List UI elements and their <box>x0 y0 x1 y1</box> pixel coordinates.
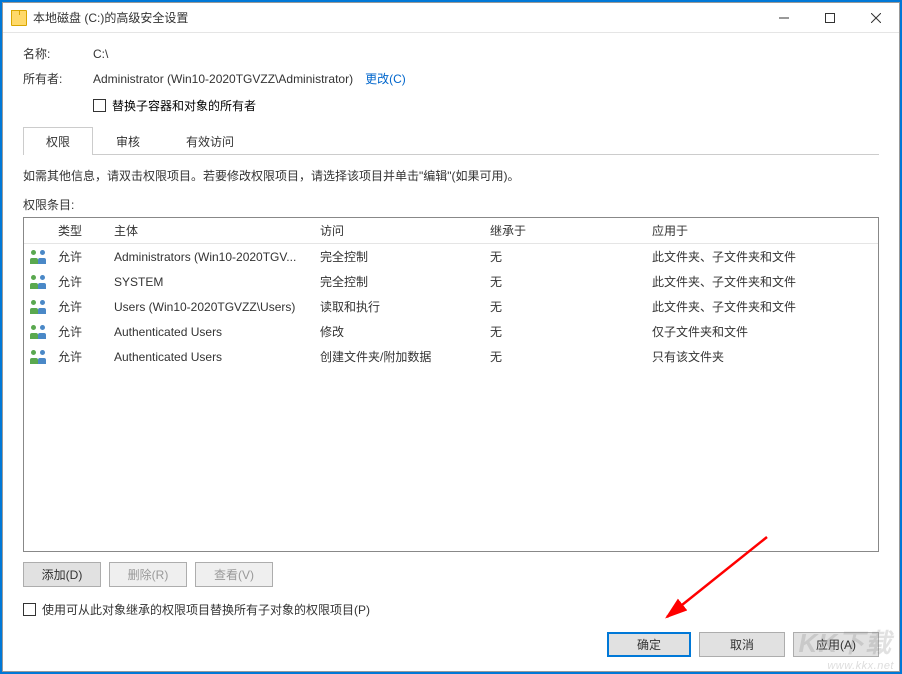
name-label: 名称: <box>23 45 93 62</box>
ok-button[interactable]: 确定 <box>607 632 691 657</box>
titlebar: 本地磁盘 (C:)的高级安全设置 <box>3 3 899 33</box>
cell-principal: Users (Win10-2020TGVZZ\Users) <box>108 296 314 318</box>
maximize-button[interactable] <box>807 3 853 33</box>
cell-access: 创建文件夹/附加数据 <box>314 344 484 369</box>
owner-label: 所有者: <box>23 70 93 87</box>
replace-child-checkbox[interactable] <box>23 603 36 616</box>
group-icon <box>30 250 46 264</box>
cancel-button[interactable]: 取消 <box>699 632 785 657</box>
cell-principal: SYSTEM <box>108 271 314 293</box>
cell-type: 允许 <box>52 344 108 369</box>
dialog-buttons: 确定 取消 应用(A) <box>23 628 879 657</box>
cell-principal: Authenticated Users <box>108 321 314 343</box>
folder-icon <box>11 10 27 26</box>
tab-permissions[interactable]: 权限 <box>23 127 93 155</box>
add-button[interactable]: 添加(D) <box>23 562 101 587</box>
cell-type: 允许 <box>52 294 108 319</box>
col-type[interactable]: 类型 <box>52 218 108 243</box>
table-row[interactable]: 允许Users (Win10-2020TGVZZ\Users)读取和执行无此文件… <box>24 294 878 319</box>
watermark-url: www.kkx.net <box>827 660 894 672</box>
cell-apply: 仅子文件夹和文件 <box>646 319 878 344</box>
group-icon <box>30 275 46 289</box>
replace-owner-label: 替换子容器和对象的所有者 <box>112 97 256 114</box>
group-icon <box>30 300 46 314</box>
cell-inherit: 无 <box>484 269 646 294</box>
name-value: C:\ <box>93 47 108 61</box>
replace-owner-row: 替换子容器和对象的所有者 <box>93 97 879 114</box>
window-title: 本地磁盘 (C:)的高级安全设置 <box>33 9 761 26</box>
table-row[interactable]: 允许Authenticated Users创建文件夹/附加数据无只有该文件夹 <box>24 344 878 369</box>
cell-access: 读取和执行 <box>314 294 484 319</box>
list-header: 类型 主体 访问 继承于 应用于 <box>24 218 878 244</box>
tab-label: 有效访问 <box>186 135 234 149</box>
cell-apply: 此文件夹、子文件夹和文件 <box>646 294 878 319</box>
cell-access: 完全控制 <box>314 269 484 294</box>
owner-value: Administrator (Win10-2020TGVZZ\Administr… <box>93 72 353 86</box>
cell-type: 允许 <box>52 319 108 344</box>
group-icon <box>30 350 46 364</box>
close-button[interactable] <box>853 3 899 33</box>
action-buttons: 添加(D) 删除(R) 查看(V) <box>23 562 879 587</box>
replace-owner-checkbox[interactable] <box>93 99 106 112</box>
instructions-text: 如需其他信息，请双击权限项目。若要修改权限项目，请选择该项目并单击"编辑"(如果… <box>23 167 879 184</box>
cell-inherit: 无 <box>484 344 646 369</box>
replace-child-row: 使用可从此对象继承的权限项目替换所有子对象的权限项目(P) <box>23 601 879 618</box>
owner-row: 所有者: Administrator (Win10-2020TGVZZ\Admi… <box>23 70 879 87</box>
dialog-content: 名称: C:\ 所有者: Administrator (Win10-2020TG… <box>3 33 899 671</box>
col-inherit[interactable]: 继承于 <box>484 218 646 243</box>
cell-principal: Administrators (Win10-2020TGV... <box>108 246 314 268</box>
name-row: 名称: C:\ <box>23 45 879 62</box>
cell-apply: 此文件夹、子文件夹和文件 <box>646 244 878 269</box>
list-label: 权限条目: <box>23 196 879 213</box>
cell-inherit: 无 <box>484 244 646 269</box>
permission-list[interactable]: 类型 主体 访问 继承于 应用于 允许Administrators (Win10… <box>23 217 879 552</box>
cell-apply: 此文件夹、子文件夹和文件 <box>646 269 878 294</box>
cell-inherit: 无 <box>484 319 646 344</box>
col-access[interactable]: 访问 <box>314 218 484 243</box>
security-dialog-window: 本地磁盘 (C:)的高级安全设置 名称: C:\ 所有者: Administra… <box>2 2 900 672</box>
table-row[interactable]: 允许Authenticated Users修改无仅子文件夹和文件 <box>24 319 878 344</box>
change-owner-link[interactable]: 更改(C) <box>365 70 406 87</box>
tab-label: 权限 <box>46 135 70 149</box>
col-principal[interactable]: 主体 <box>108 218 314 243</box>
remove-button: 删除(R) <box>109 562 187 587</box>
col-apply[interactable]: 应用于 <box>646 218 878 243</box>
tabs: 权限 审核 有效访问 <box>23 126 879 155</box>
cell-access: 完全控制 <box>314 244 484 269</box>
table-row[interactable]: 允许SYSTEM完全控制无此文件夹、子文件夹和文件 <box>24 269 878 294</box>
view-button: 查看(V) <box>195 562 273 587</box>
cell-access: 修改 <box>314 319 484 344</box>
tab-audit[interactable]: 审核 <box>93 127 163 155</box>
cell-inherit: 无 <box>484 294 646 319</box>
replace-child-label: 使用可从此对象继承的权限项目替换所有子对象的权限项目(P) <box>42 601 370 618</box>
tab-effective-access[interactable]: 有效访问 <box>163 127 257 155</box>
tab-label: 审核 <box>116 135 140 149</box>
group-icon <box>30 325 46 339</box>
cell-apply: 只有该文件夹 <box>646 344 878 369</box>
cell-principal: Authenticated Users <box>108 346 314 368</box>
window-controls <box>761 3 899 33</box>
table-row[interactable]: 允许Administrators (Win10-2020TGV...完全控制无此… <box>24 244 878 269</box>
minimize-button[interactable] <box>761 3 807 33</box>
cell-type: 允许 <box>52 244 108 269</box>
watermark-logo: KK下载 <box>798 623 892 660</box>
cell-type: 允许 <box>52 269 108 294</box>
